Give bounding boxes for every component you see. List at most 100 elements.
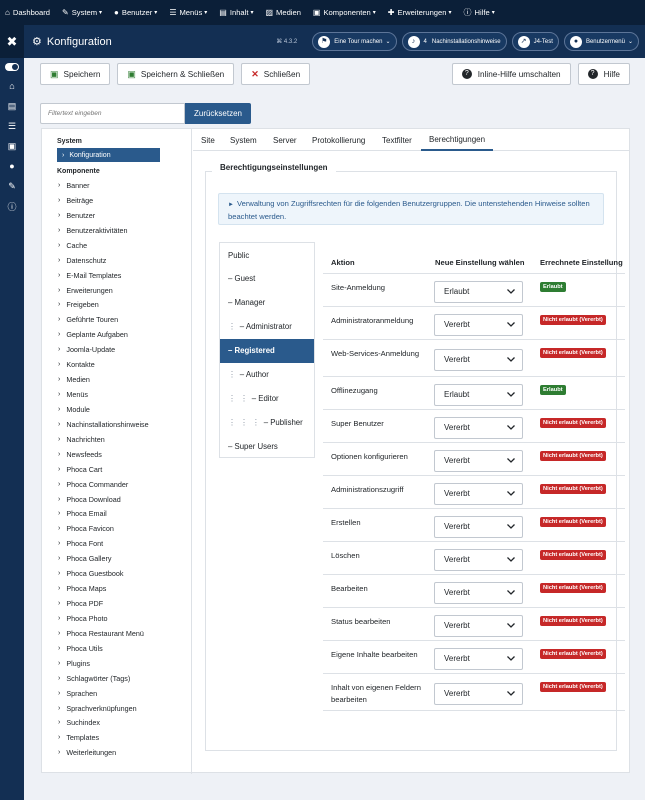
permission-setting-select[interactable]: Vererbt bbox=[434, 482, 523, 505]
nav-item[interactable]: › Kontakte bbox=[58, 360, 95, 369]
nav-item[interactable]: › Benutzer bbox=[58, 211, 95, 220]
nav-item[interactable]: › Sprachen bbox=[58, 689, 97, 698]
nav-item[interactable]: › Phoca Maps bbox=[58, 584, 106, 593]
topmenu-item-3[interactable]: ☰ Menüs ▾ bbox=[169, 8, 207, 17]
nav-item[interactable]: › Phoca Guestbook bbox=[58, 569, 123, 578]
menu-toggle[interactable] bbox=[0, 58, 24, 76]
filter-input[interactable] bbox=[40, 103, 185, 124]
nav-item[interactable]: › Medien bbox=[58, 375, 90, 384]
nav-item[interactable]: › Phoca Restaurant Menü bbox=[58, 629, 144, 638]
nav-item-konfiguration[interactable]: › Konfiguration bbox=[57, 148, 160, 162]
permission-setting-select[interactable]: Vererbt bbox=[434, 682, 523, 705]
user-group-item[interactable]: – Guest bbox=[220, 267, 314, 291]
user-group-item[interactable]: – Registered bbox=[220, 338, 314, 363]
post-install-button[interactable]: ♪ 4 Nachinstallationshinweise bbox=[401, 32, 507, 51]
nav-item[interactable]: › Geplante Aufgaben bbox=[58, 330, 128, 339]
nav-item[interactable]: › Schlagwörter (Tags) bbox=[58, 674, 130, 683]
tab-site[interactable]: Site bbox=[201, 129, 215, 151]
nav-item-label: Newsfeeds bbox=[66, 449, 102, 459]
nav-item[interactable]: › Phoca PDF bbox=[58, 599, 103, 608]
tab-system[interactable]: System bbox=[230, 129, 257, 151]
user-group-item[interactable]: ⋮ ⋮ – Editor bbox=[220, 386, 314, 410]
user-group-item[interactable]: ⋮ – Author bbox=[220, 363, 314, 387]
topmenu-item-6[interactable]: ▣ Komponenten ▾ bbox=[313, 8, 376, 17]
nav-item[interactable]: › Phoca Favicon bbox=[58, 524, 114, 533]
permission-setting-select[interactable]: Vererbt bbox=[434, 548, 523, 571]
nav-item[interactable]: › Cache bbox=[58, 241, 87, 250]
nav-item[interactable]: › Menüs bbox=[58, 390, 88, 399]
nav-item[interactable]: › Module bbox=[58, 405, 90, 414]
user-group-item[interactable]: ⋮ – Administrator bbox=[220, 315, 314, 339]
nav-item[interactable]: › Templates bbox=[58, 733, 99, 742]
nav-item[interactable]: › Beiträge bbox=[58, 196, 93, 205]
nav-item[interactable]: › Phoca Photo bbox=[58, 614, 108, 623]
inline-help-button[interactable]: ? Inline-Hilfe umschalten bbox=[451, 63, 571, 85]
nav-item[interactable]: › Datenschutz bbox=[58, 256, 106, 265]
user-group-item[interactable]: – Manager bbox=[220, 291, 314, 315]
info-icon[interactable]: ⓘ bbox=[0, 196, 24, 216]
nav-item[interactable]: › Phoca Download bbox=[58, 495, 121, 504]
tour-button[interactable]: ⚑ Eine Tour machen ⌄ bbox=[312, 32, 397, 51]
topmenu-item-7[interactable]: ✚ Erweiterungen ▾ bbox=[388, 8, 452, 17]
help-button[interactable]: ? Hilfe bbox=[577, 63, 630, 85]
tab-server[interactable]: Server bbox=[273, 129, 297, 151]
user-group-item[interactable]: Public bbox=[220, 243, 314, 267]
nav-item[interactable]: › Phoca Font bbox=[58, 539, 103, 548]
user-group-item[interactable]: – Super Users bbox=[220, 434, 314, 458]
nav-item[interactable]: › Joomla-Update bbox=[58, 345, 115, 354]
nav-item[interactable]: › Nachinstallationshinweise bbox=[58, 420, 149, 429]
nav-item[interactable]: › Erweiterungen bbox=[58, 286, 113, 295]
permission-setting-select[interactable]: Vererbt bbox=[434, 581, 523, 604]
chevron-down-icon bbox=[507, 424, 515, 430]
save-button[interactable]: ▣ Speichern bbox=[40, 63, 111, 85]
user-group-item[interactable]: ⋮ ⋮ ⋮ – Publisher bbox=[220, 410, 314, 434]
nav-item[interactable]: › Phoca Email bbox=[58, 509, 107, 518]
nav-item[interactable]: › Banner bbox=[58, 181, 90, 190]
topmenu-item-1[interactable]: ✎ System ▾ bbox=[62, 8, 102, 17]
chevron-right-icon: › bbox=[58, 450, 61, 458]
tab-protokollierung[interactable]: Protokollierung bbox=[312, 129, 365, 151]
save-close-button[interactable]: ▣ Speichern & Schließen bbox=[117, 63, 235, 85]
tab-textfilter[interactable]: Textfilter bbox=[382, 129, 412, 151]
nav-item[interactable]: › Phoca Utils bbox=[58, 644, 103, 653]
nav-item[interactable]: › Benutzeraktivitäten bbox=[58, 226, 127, 235]
nav-item[interactable]: › Phoca Commander bbox=[58, 480, 128, 489]
nav-item[interactable]: › Phoca Cart bbox=[58, 465, 102, 474]
site-button[interactable]: ↗ J4-Test bbox=[511, 32, 559, 51]
permission-setting-select[interactable]: Vererbt bbox=[434, 614, 523, 637]
close-button[interactable]: ✕ Schließen bbox=[241, 63, 311, 85]
nav-item[interactable]: › Phoca Gallery bbox=[58, 554, 112, 563]
permission-setting-select[interactable]: Erlaubt bbox=[434, 280, 523, 303]
joomla-logo-icon[interactable]: ✖ bbox=[0, 25, 24, 58]
users-icon[interactable]: ● bbox=[0, 156, 24, 176]
tab-berechtigungen[interactable]: Berechtigungen bbox=[421, 129, 494, 151]
home-icon[interactable]: ⌂ bbox=[0, 76, 24, 96]
topmenu-item-0[interactable]: ⌂ Dashboard bbox=[5, 8, 50, 17]
nav-item[interactable]: › Plugins bbox=[58, 659, 90, 668]
nav-item[interactable]: › Weiterleitungen bbox=[58, 748, 116, 757]
permission-setting-select[interactable]: Vererbt bbox=[434, 449, 523, 472]
permission-setting-select[interactable]: Vererbt bbox=[434, 416, 523, 439]
nav-item[interactable]: › Newsfeeds bbox=[58, 450, 102, 459]
user-menu-button[interactable]: ● Benutzermenü ⌄ bbox=[563, 32, 639, 51]
permission-setting-select[interactable]: Vererbt bbox=[434, 313, 523, 336]
nav-item[interactable]: › Nachrichten bbox=[58, 435, 105, 444]
list-icon[interactable]: ☰ bbox=[0, 116, 24, 136]
permission-setting-select[interactable]: Vererbt bbox=[434, 647, 523, 670]
reset-button[interactable]: Zurücksetzen bbox=[185, 103, 251, 124]
permission-setting-select[interactable]: Vererbt bbox=[434, 515, 523, 538]
file-icon[interactable]: ▤ bbox=[0, 96, 24, 116]
topmenu-item-8[interactable]: ⓘ Hilfe ▾ bbox=[463, 7, 494, 18]
nav-item[interactable]: › Freigeben bbox=[58, 300, 99, 309]
topmenu-item-2[interactable]: ● Benutzer ▾ bbox=[114, 8, 157, 17]
permission-setting-select[interactable]: Vererbt bbox=[434, 348, 523, 371]
nav-item[interactable]: › Suchindex bbox=[58, 718, 100, 727]
topmenu-item-5[interactable]: ▨ Medien bbox=[265, 8, 300, 17]
nav-item[interactable]: › Sprachverknüpfungen bbox=[58, 704, 137, 713]
cubes-icon[interactable]: ▣ bbox=[0, 136, 24, 156]
wrench-icon[interactable]: ✎ bbox=[0, 176, 24, 196]
nav-item[interactable]: › Geführte Touren bbox=[58, 315, 118, 324]
topmenu-item-4[interactable]: ▤ Inhalt ▾ bbox=[219, 8, 253, 17]
permission-setting-select[interactable]: Erlaubt bbox=[434, 383, 523, 406]
nav-item[interactable]: › E-Mail Templates bbox=[58, 271, 121, 280]
